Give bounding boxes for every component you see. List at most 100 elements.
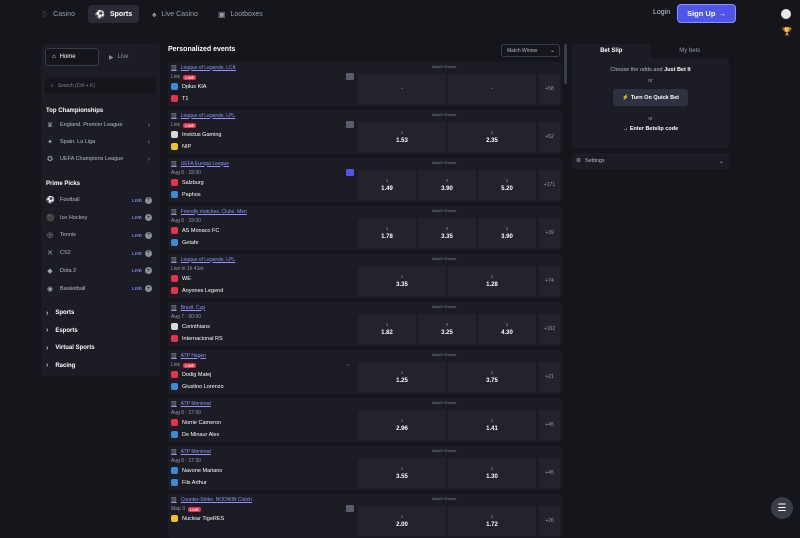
event-league[interactable]: ▥ Friendly matches. Clubs. Men [171,208,247,216]
championship-item[interactable]: ✦ Spain. La Liga › [46,135,156,149]
prime-pick-item[interactable]: ◎ Tennis LIVE + [46,228,156,242]
odds-button[interactable]: 1 2.96 [358,410,446,440]
chat-icon[interactable]: ☰ [771,497,793,519]
settings-label: Settings [584,158,605,164]
more-markets-button[interactable]: +74 [539,266,560,296]
team-name: Dodig Matej [182,371,212,378]
odds-row: 1 1.25 2 3.75 [358,362,538,392]
prime-pick-item[interactable]: ◉ Basketball LIVE + [46,282,156,296]
tab-my-bets[interactable]: My bets [651,44,730,58]
tab-bet-slip[interactable]: Bet Slip [572,44,651,58]
plus-icon[interactable]: + [145,231,152,239]
category-virtual-sports[interactable]: › Virtual Sports [46,341,156,355]
quick-bet-button[interactable]: ⚡ Turn On Quick Bet [613,89,688,106]
odds-button[interactable]: 2 3.90 [478,218,536,248]
market-select[interactable]: Match Winner ⌄ [501,44,560,57]
enter-code-link[interactable]: → Enter Betslip code [572,126,729,132]
odds-button[interactable]: 2 1.72 [448,506,536,536]
search-input[interactable]: ⌕ Search (Ctrl + K) [45,78,156,94]
event-league[interactable]: ▥ ATP Montreal [171,448,211,456]
odds-label: 2 [490,130,494,135]
odds-button[interactable]: 2 4.30 [478,314,536,344]
settings-dropdown[interactable]: ⚙ Settings ⌄ [572,153,729,169]
more-markets-button[interactable]: +171 [539,170,560,200]
odds-button[interactable]: 2 1.30 [448,458,536,488]
team-name: Norrie Cameron [182,419,222,426]
plus-icon[interactable]: + [145,249,152,257]
odds-button[interactable]: 2 2.35 [448,122,536,152]
championship-item[interactable]: ♛ England. Premier League › [46,118,156,132]
trophy-icon[interactable]: 🏆 [782,27,792,36]
more-markets-button[interactable]: +102 [539,314,560,344]
signup-button[interactable]: Sign Up → [677,4,736,23]
tv-icon[interactable] [346,505,354,512]
event-league[interactable]: ▥ ATP Hagen [171,352,206,360]
odds-button[interactable]: 1 3.55 [358,458,446,488]
tab-live[interactable]: ▶ Live [103,48,135,66]
odds-button[interactable]: 1 1.82 [358,314,416,344]
event-league[interactable]: ▥ League of Legends. LPL [171,112,235,120]
event-league[interactable]: ▥ UEFA Europa League [171,160,229,168]
more-markets-button[interactable]: +52 [539,122,560,152]
category-esports[interactable]: › Esports [46,324,156,338]
odds-row: 1 1.78 X 3.35 2 3.90 [358,218,538,248]
profile-icon[interactable] [781,9,791,19]
odds-button[interactable]: 1 3.35 [358,266,446,296]
stream-icon[interactable] [346,169,354,176]
more-markets-button[interactable]: +45 [539,458,560,488]
odds-button[interactable]: X 3.90 [418,170,476,200]
plus-icon[interactable]: + [145,285,152,292]
plus-icon[interactable]: + [145,267,152,275]
more-markets-button[interactable]: +39 [539,218,560,248]
more-markets-button[interactable]: +45 [539,410,560,440]
odds-button[interactable]: X 3.35 [418,218,476,248]
scrollbar[interactable] [564,44,567,84]
more-markets-button[interactable]: +26 [539,506,560,536]
prime-pick-item[interactable]: ⚽ Football LIVE + [46,193,156,207]
more-markets-button[interactable]: +58 [539,74,560,104]
odds-label: 1 [385,226,389,231]
odds-value: - [401,86,403,92]
category-sports[interactable]: › Sports [46,306,156,320]
category-racing[interactable]: › Racing [46,359,156,373]
nav-sports[interactable]: ⚽ Sports [87,5,140,23]
prime-pick-item[interactable]: ✕ CS2 LIVE + [46,246,156,260]
tv-icon[interactable] [346,73,354,80]
event-league[interactable]: ▥ Counter-Strike. NODWIN Clutch [171,496,252,504]
nav-casino[interactable]: ♢ Casino [34,5,82,23]
odds-button[interactable]: 2 1.41 [448,410,536,440]
odds-button[interactable]: 2 5.20 [478,170,536,200]
nav-live-casino[interactable]: ♠ Live Casino [145,5,205,23]
odds-button[interactable]: X 3.25 [418,314,476,344]
stats-icon[interactable]: ⇔ [345,362,350,368]
nav-lootboxes[interactable]: ▣ Lootboxes [211,5,270,23]
odds-button[interactable]: 1 1.49 [358,170,416,200]
odds-button[interactable]: 2 1.28 [448,266,536,296]
odds-button[interactable]: 1 2.00 [358,506,446,536]
championship-item[interactable]: ✪ UEFA Champions League › [46,152,156,166]
odds-button[interactable]: - [448,74,536,104]
prime-pick-item[interactable]: ⚫ Ice Hockey LIVE + [46,211,156,225]
team-name: Corinthians [182,323,210,330]
odds-button[interactable]: - [358,74,446,104]
event-league[interactable]: ▥ League of Legends. LCK [171,64,236,72]
odds-button[interactable]: 1 1.78 [358,218,416,248]
event-league[interactable]: ▥ League of Legends. LPL [171,256,235,264]
odds-button[interactable]: 1 1.53 [358,122,446,152]
event-card: ▥ ATP Montreal Match Winner Aug 6 · 17:00 No… [168,398,562,442]
tv-icon[interactable] [346,121,354,128]
team-away: Giustino Lorenzo [171,383,224,390]
login-link[interactable]: Login [653,9,670,16]
more-markets-button[interactable]: +21 [539,362,560,392]
tab-home[interactable]: ⌂ Home [45,48,99,66]
team-logo [171,479,178,486]
odds-button[interactable]: 2 3.75 [448,362,536,392]
plus-icon[interactable]: + [145,196,152,204]
prime-pick-item[interactable]: ◆ Dota 2 LIVE + [46,264,156,278]
sidebar: ⌂ Home ▶ Live ⌕ Search (Ctrl + K) Top Champ… [41,44,160,376]
event-league[interactable]: ▥ ATP Montreal [171,400,211,408]
odds-button[interactable]: 1 1.25 [358,362,446,392]
market-label: Match Winner [432,160,457,165]
event-league[interactable]: ▥ Brazil. Cup [171,304,205,312]
plus-icon[interactable]: + [145,214,152,222]
